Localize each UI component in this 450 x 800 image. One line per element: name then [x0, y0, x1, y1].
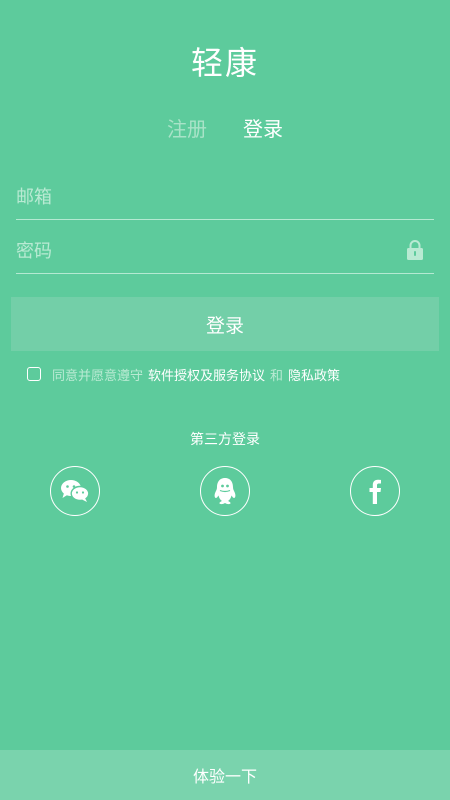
wechat-icon	[61, 480, 90, 502]
auth-tabs: 注册 登录	[0, 113, 450, 142]
qq-icon	[214, 478, 236, 505]
trial-button[interactable]: 体验一下	[0, 750, 450, 800]
password-field[interactable]	[16, 230, 434, 273]
tab-login[interactable]: 登录	[243, 113, 283, 142]
email-field-container	[16, 176, 434, 220]
login-button[interactable]: 登录	[11, 297, 439, 351]
privacy-link[interactable]: 隐私政策	[288, 365, 340, 384]
email-field[interactable]	[16, 176, 434, 219]
tab-register[interactable]: 注册	[167, 113, 207, 142]
facebook-icon	[369, 479, 381, 504]
qq-login-button[interactable]	[200, 466, 250, 516]
wechat-login-button[interactable]	[50, 466, 100, 516]
third-party-title: 第三方登录	[190, 432, 260, 448]
agreement-checkbox[interactable]	[27, 367, 41, 381]
agreement-row: 同意并愿意遵守 软件授权及服务协议 和 隐私政策	[27, 365, 340, 384]
terms-link[interactable]: 软件授权及服务协议	[148, 365, 265, 384]
agreement-prefix: 同意并愿意遵守	[52, 368, 144, 384]
password-field-container	[16, 230, 434, 274]
facebook-login-button[interactable]	[350, 466, 400, 516]
app-title: 轻康	[190, 44, 259, 82]
lock-icon	[407, 240, 423, 260]
agreement-and: 和	[270, 368, 284, 384]
